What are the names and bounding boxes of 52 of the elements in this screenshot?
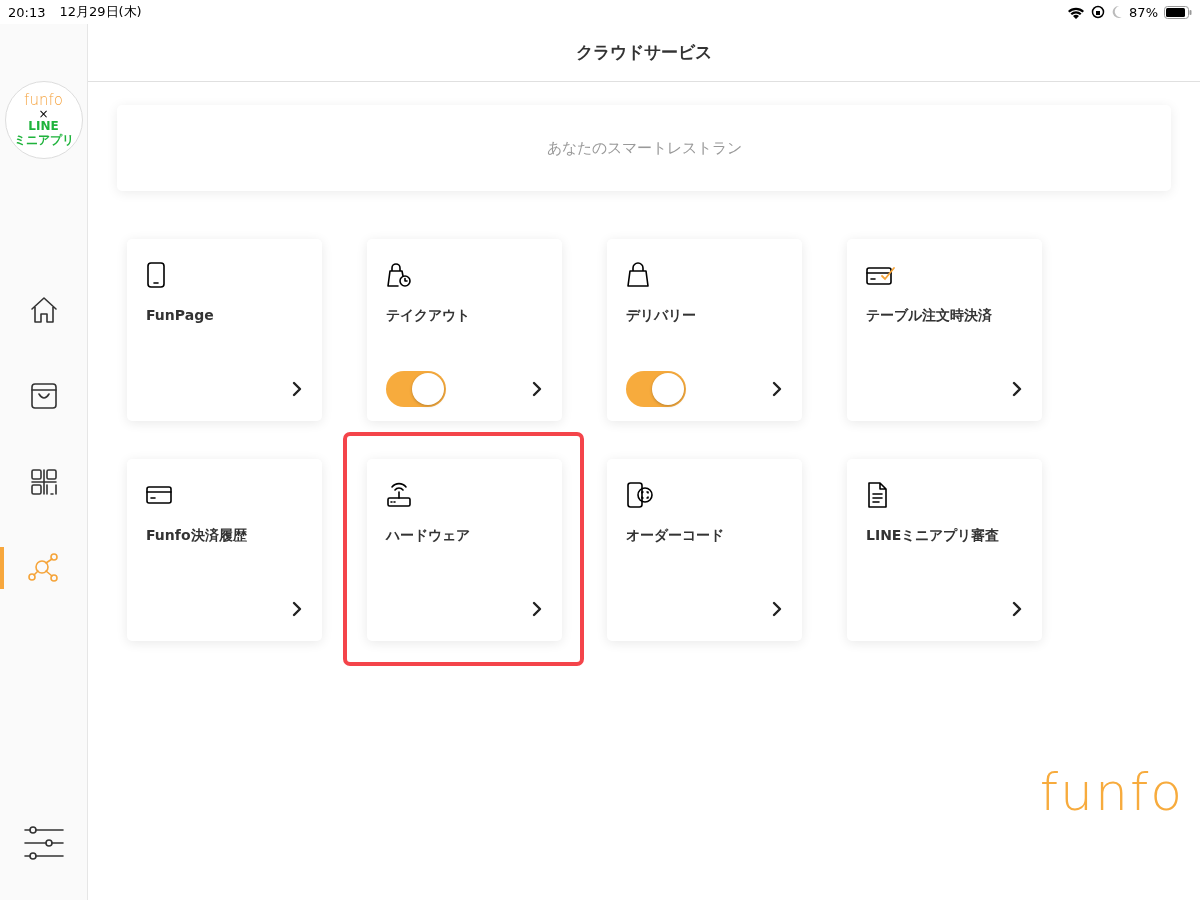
document-icon xyxy=(866,482,888,508)
toggle-switch[interactable] xyxy=(626,371,686,407)
settings-sliders-icon[interactable] xyxy=(23,826,64,860)
logo-cross-text: × xyxy=(38,108,49,121)
chevron-right-icon[interactable] xyxy=(771,381,783,397)
status-date: 12月29日(木) xyxy=(59,3,142,21)
chevron-right-icon[interactable] xyxy=(531,601,543,617)
banner-text: あなたのスマートレストラン xyxy=(546,138,742,158)
service-card[interactable]: LINEミニアプリ審査 xyxy=(847,459,1042,641)
router-icon xyxy=(386,482,412,508)
battery-percent: 87% xyxy=(1129,4,1158,20)
chevron-right-icon[interactable] xyxy=(291,381,303,397)
chevron-right-icon[interactable] xyxy=(771,601,783,617)
wifi-icon xyxy=(1067,5,1086,19)
status-time: 20:13 xyxy=(8,4,46,20)
logo-partner-text: LINE xyxy=(28,120,59,134)
moon-icon xyxy=(1111,5,1124,19)
service-card[interactable]: FunPage xyxy=(127,239,322,421)
brand-logo-text: funfo xyxy=(1039,762,1184,822)
service-card[interactable]: ハードウェア xyxy=(367,459,562,641)
phone-scan-icon xyxy=(626,481,654,509)
shopping-bag-icon xyxy=(626,262,650,288)
card-label: テーブル注文時決済 xyxy=(866,307,993,325)
chevron-right-icon[interactable] xyxy=(1011,381,1023,397)
rotation-lock-icon xyxy=(1091,5,1106,19)
service-card[interactable]: オーダーコード xyxy=(607,459,802,641)
service-card[interactable]: テーブル注文時決済 xyxy=(847,239,1042,421)
chevron-right-icon[interactable] xyxy=(531,381,543,397)
service-card[interactable]: テイクアウト xyxy=(367,239,562,421)
battery-icon xyxy=(1164,5,1192,19)
network-icon xyxy=(27,552,60,584)
toggle-switch[interactable] xyxy=(386,371,446,407)
qr-code-icon xyxy=(28,467,59,497)
card-label: オーダーコード xyxy=(626,527,725,545)
chevron-right-icon[interactable] xyxy=(1011,601,1023,617)
card-label: LINEミニアプリ審査 xyxy=(866,527,1001,545)
logo-partner-app-text: ミニアプリ xyxy=(13,133,74,147)
credit-card-icon xyxy=(146,485,172,505)
card-label: デリバリー xyxy=(626,307,697,325)
card-label: FunPage xyxy=(146,307,215,323)
service-card[interactable]: デリバリー xyxy=(607,239,802,421)
card-label: Funfo決済履歴 xyxy=(146,527,248,545)
shopping-bag-icon xyxy=(28,381,59,411)
bag-clock-icon xyxy=(386,262,412,288)
card-label: テイクアウト xyxy=(386,307,471,325)
service-card[interactable]: Funfo決済履歴 xyxy=(127,459,322,641)
chevron-right-icon[interactable] xyxy=(291,601,303,617)
card-label: ハードウェア xyxy=(386,527,471,545)
phone-icon xyxy=(146,262,166,288)
page-title: クラウドサービス xyxy=(88,24,1200,82)
card-check-icon xyxy=(866,264,896,286)
logo-brand-text: funfo xyxy=(24,93,63,109)
